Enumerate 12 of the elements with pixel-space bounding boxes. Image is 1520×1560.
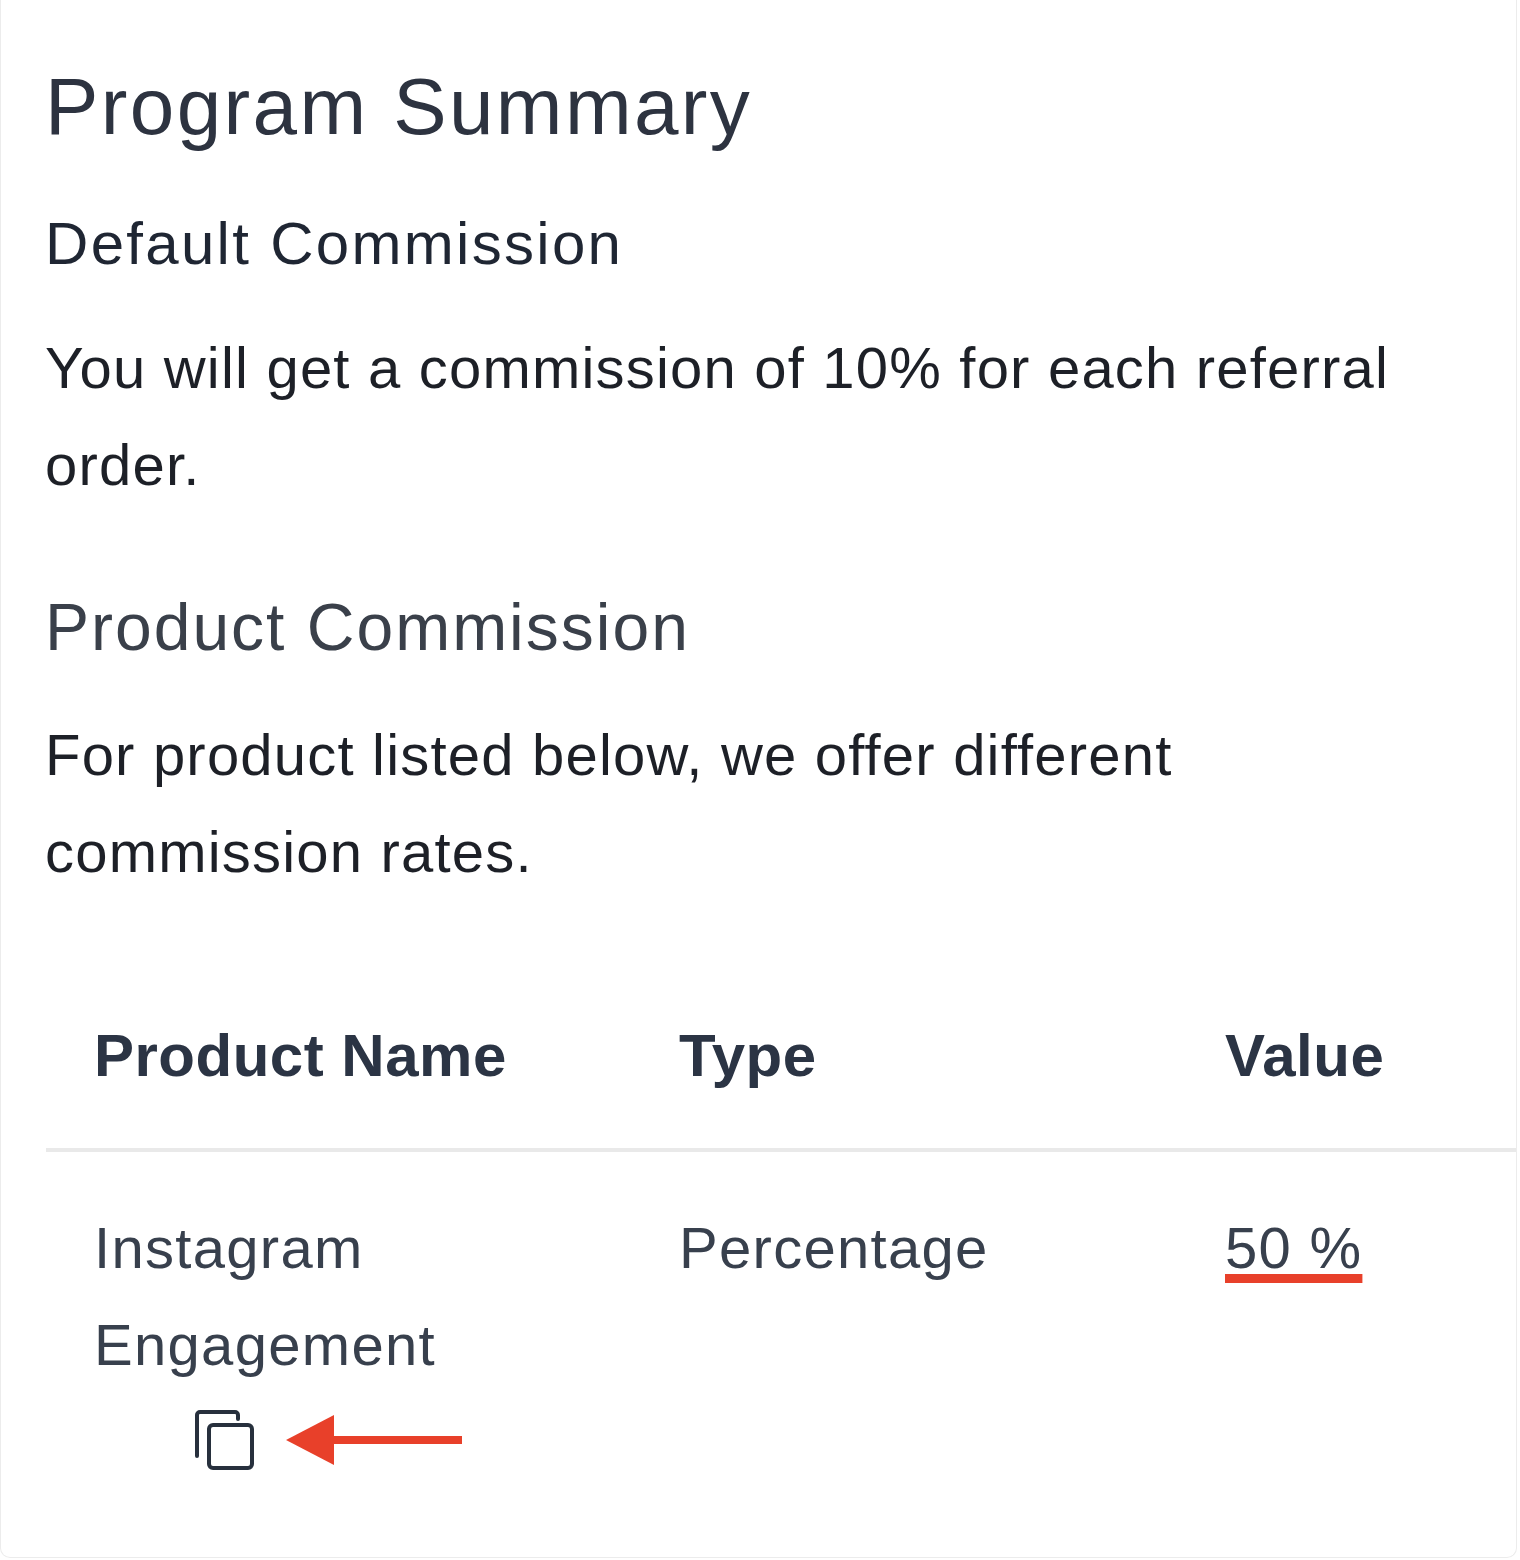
page-title: Program Summary [45, 61, 754, 153]
column-header: Value [1177, 900, 1516, 1150]
commission-value: 50 % [1225, 1215, 1363, 1280]
commission-type: Percentage [679, 1214, 990, 1282]
column-header: Type [631, 900, 1177, 1150]
section-heading: Product Commission [45, 589, 691, 666]
commission-description: You will get a commission of 10% for each referral order. [45, 334, 1391, 499]
commission-description: For product listed below, we offer different commission rates. [45, 721, 1174, 886]
column-header: Product Name [46, 900, 631, 1150]
product-name: Instagram Engagement [94, 1214, 437, 1379]
copy-icon[interactable] [194, 1410, 254, 1470]
section-heading: Default Commission [45, 209, 625, 279]
